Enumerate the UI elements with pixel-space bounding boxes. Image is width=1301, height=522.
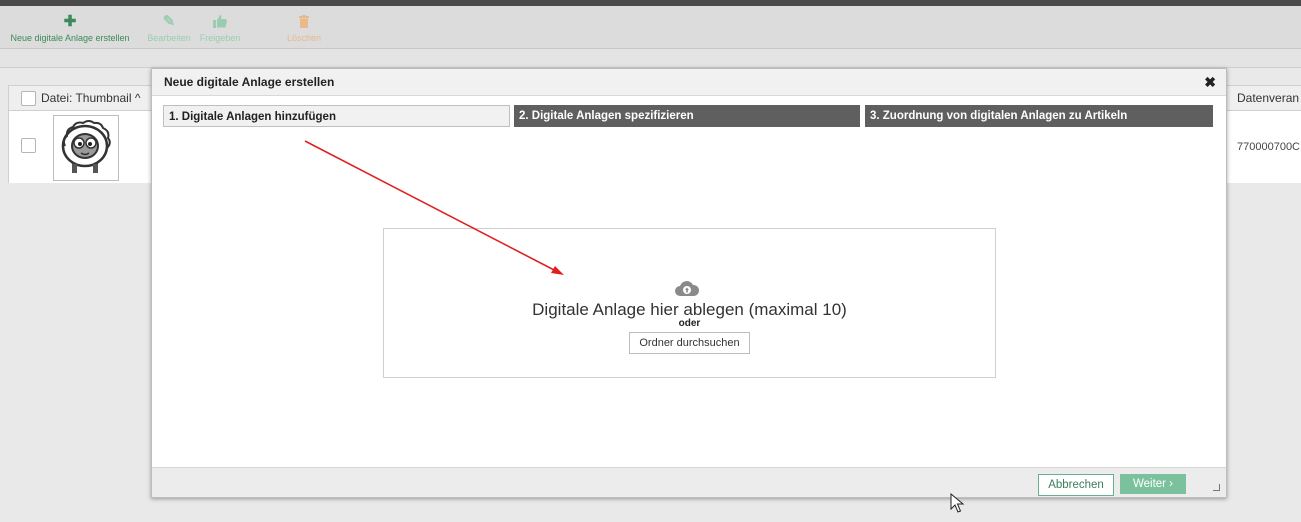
pencil-icon: ✎: [162, 13, 176, 30]
edit-button[interactable]: ✎ Bearbeiten: [144, 6, 194, 48]
dropzone-text: Digitale Anlage hier ablegen (maximal 10…: [532, 300, 847, 319]
or-label: oder: [678, 318, 701, 329]
cloud-upload-icon: [675, 281, 700, 296]
thumbnail-image: [53, 115, 119, 181]
row-data-value: 770000700C: [1237, 141, 1301, 153]
step-3-tab[interactable]: 3. Zuordnung von digitalen Anlagen zu Ar…: [865, 105, 1213, 127]
dialog-title-bar: Neue digitale Anlage erstellen ✖: [152, 69, 1226, 96]
new-asset-dialog: Neue digitale Anlage erstellen ✖ 1. Digi…: [151, 68, 1227, 498]
browse-folder-button[interactable]: Ordner durchsuchen: [629, 332, 750, 354]
plus-icon: ✚: [63, 13, 77, 30]
row-checkbox[interactable]: [21, 138, 36, 153]
dialog-title: Neue digitale Anlage erstellen: [164, 75, 335, 89]
step-2-tab[interactable]: 2. Digitale Anlagen spezifizieren: [514, 105, 860, 127]
file-dropzone[interactable]: Digitale Anlage hier ablegen (maximal 10…: [383, 228, 996, 378]
release-button[interactable]: Freigeben: [198, 6, 242, 48]
delete-button[interactable]: Löschen: [284, 6, 324, 48]
column-header-data[interactable]: Datenveran: [1237, 91, 1299, 105]
sheep-thumbnail-icon: [61, 120, 111, 173]
next-button[interactable]: Weiter ›: [1120, 474, 1186, 494]
mouse-cursor-icon: [950, 493, 965, 513]
close-icon[interactable]: ✖: [1204, 74, 1216, 91]
sub-toolbar: [0, 49, 1301, 68]
dialog-footer: Abbrechen Weiter ›: [152, 467, 1226, 497]
toolbar: ✚ Neue digitale Anlage erstellen ✎ Bearb…: [0, 6, 1301, 49]
select-all-checkbox[interactable]: [21, 91, 36, 106]
cancel-button[interactable]: Abbrechen: [1038, 474, 1114, 496]
column-header-thumbnail[interactable]: Datei: Thumbnail ^: [41, 91, 140, 105]
trash-icon: [284, 11, 324, 33]
new-asset-button[interactable]: ✚ Neue digitale Anlage erstellen: [4, 6, 136, 48]
resize-handle-icon[interactable]: [1213, 484, 1220, 491]
step-1-tab[interactable]: 1. Digitale Anlagen hinzufügen: [163, 105, 510, 127]
thumbs-up-icon: [198, 11, 242, 33]
